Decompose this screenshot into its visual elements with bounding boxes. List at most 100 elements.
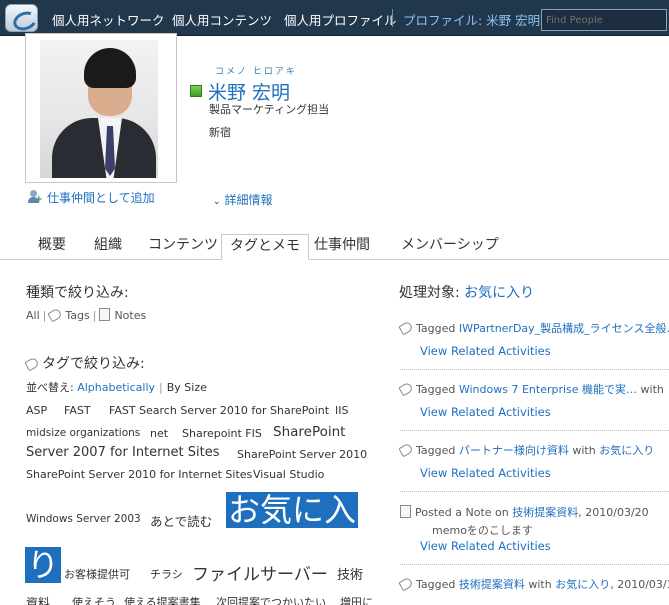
tag-cloud-item[interactable]: Sharepoint FIS [182, 427, 262, 440]
job-title: 製品マーケティング担当 [209, 103, 330, 116]
tag-icon [47, 307, 64, 323]
tag-icon [398, 381, 414, 397]
tag-cloud-item[interactable]: FAST [64, 404, 91, 417]
tag-cloud-item[interactable]: Server 2007 for Internet Sites [26, 445, 219, 460]
tag-cloud-item[interactable]: IIS [335, 404, 348, 417]
tab-tags-notes[interactable]: タグとメモ [221, 234, 309, 260]
tag-cloud-item[interactable]: Visual Studio [253, 468, 324, 481]
feed-divider [400, 491, 669, 492]
tab-overview[interactable]: 概要 [30, 234, 74, 260]
nav-divider [392, 9, 393, 27]
tag-cloud-item[interactable]: SharePoint Server 2010 for Internet Site… [26, 468, 252, 481]
tag-icon [398, 320, 414, 336]
tag-cloud-selected[interactable]: お気に入 [226, 492, 359, 528]
activity-item: Tagged 技術提案資料 with お気に入り, 2010/03/1 [398, 576, 669, 592]
add-colleague-link[interactable]: + 仕事仲間として追加 [27, 189, 155, 206]
activity-verb: Tagged [416, 322, 456, 335]
profile-photo [40, 40, 158, 178]
feed-divider [400, 564, 669, 565]
sort-by-size[interactable]: By Size [167, 381, 207, 394]
nav-my-content[interactable]: 個人用コンテンツ [172, 10, 272, 29]
nav-current-profile[interactable]: プロファイル: 米野 宏明 [403, 10, 540, 29]
tab-organization[interactable]: 組織 [86, 234, 130, 260]
activity-date: , 2010/03/20 [578, 506, 649, 519]
tag-icon [398, 442, 414, 458]
filter-tags[interactable]: Tags [65, 309, 89, 322]
tag-cloud-item[interactable]: 資料 [26, 594, 50, 605]
filter-by-type-title: 種類で絞り込み: [26, 285, 129, 301]
presence-status-icon[interactable] [190, 85, 202, 97]
activity-tag-link[interactable]: お気に入り [599, 444, 654, 457]
tab-memberships[interactable]: メンバーシップ [393, 234, 507, 260]
tag-cloud-item[interactable]: SharePoint Server 2010 [237, 448, 367, 461]
activity-target-link[interactable]: Windows 7 Enterprise 機能で実… [459, 383, 637, 396]
activity-item: Tagged パートナー様向け資料 with お気に入り [398, 442, 654, 458]
sort-row: 並べ替え: Alphabetically | By Size [26, 381, 207, 394]
type-filter-row: All | Tags | Notes [26, 307, 147, 323]
activity-target-link[interactable]: IWPartnerDay_製品構成_ライセンス全般… [459, 322, 669, 335]
tag-cloud-item[interactable]: SharePoint [273, 424, 345, 440]
processing-target-value[interactable]: お気に入り [464, 285, 534, 301]
activity-target-link[interactable]: 技術提案資料 [459, 578, 525, 591]
view-related-activities-link[interactable]: View Related Activities [420, 344, 551, 358]
sort-label: 並べ替え: [26, 381, 74, 394]
tag-cloud-item[interactable]: お客様提供可 [64, 566, 130, 582]
activity-verb: Tagged [416, 444, 456, 457]
more-details-link[interactable]: ⌄ 詳細情報 [213, 191, 273, 208]
activity-tag-link[interactable]: お気に入り [555, 578, 610, 591]
processing-target: 処理対象: お気に入り [399, 282, 534, 302]
find-people-input[interactable] [541, 9, 667, 31]
filter-by-tag-title: タグで絞り込み: [24, 353, 145, 373]
tag-icon [398, 576, 414, 592]
activity-verb: Tagged [416, 578, 456, 591]
activity-suffix: with [528, 578, 552, 591]
filter-by-tag-label: タグで絞り込み: [42, 356, 145, 372]
processing-target-label: 処理対象: [399, 285, 460, 301]
note-icon [99, 308, 111, 321]
activity-date: , 2010/03/1 [610, 578, 669, 591]
add-person-icon: + [27, 190, 43, 205]
tag-cloud-item[interactable]: FAST Search Server 2010 for SharePoint [109, 404, 329, 417]
activity-item: Posted a Note on 技術提案資料, 2010/03/20 [400, 504, 649, 520]
tag-cloud-item[interactable]: 次回提案でつかいたい [216, 594, 326, 605]
name-ruby: コメノ ヒロアキ [215, 67, 297, 77]
tag-cloud-item[interactable]: midsize organizations [26, 427, 140, 439]
more-details-label: 詳細情報 [224, 193, 273, 207]
tag-cloud-item[interactable]: net [150, 427, 168, 440]
add-colleague-label: 仕事仲間として追加 [47, 191, 155, 205]
filter-all[interactable]: All [26, 309, 40, 322]
activity-target-link[interactable]: パートナー様向け資料 [459, 444, 569, 457]
top-nav-bar: 個人用ネットワーク 個人用コンテンツ 個人用プロファイル プロファイル: 米野 … [0, 0, 669, 36]
location: 新宿 [209, 126, 231, 139]
note-text: memoをのこします [432, 524, 533, 537]
view-related-activities-link[interactable]: View Related Activities [420, 539, 551, 553]
nav-my-network[interactable]: 個人用ネットワーク [52, 10, 165, 29]
tag-cloud-item[interactable]: 使える提案書集 [124, 594, 201, 605]
tab-colleagues[interactable]: 仕事仲間 [306, 234, 378, 260]
site-logo-icon[interactable] [5, 4, 38, 32]
activity-verb: Posted a Note on [415, 506, 509, 519]
view-related-activities-link[interactable]: View Related Activities [420, 405, 551, 419]
tag-cloud-item[interactable]: ファイルサーバー [192, 560, 328, 585]
tab-content[interactable]: コンテンツ [140, 234, 226, 260]
tag-cloud-item[interactable]: Windows Server 2003 [26, 513, 141, 525]
tag-cloud-item[interactable]: ASP [26, 404, 47, 417]
tag-cloud-item[interactable]: チラシ [150, 566, 183, 582]
tag-cloud-item[interactable]: 増田に [340, 594, 373, 605]
nav-my-profile[interactable]: 個人用プロファイル [284, 10, 397, 29]
tag-cloud-selected-wrap[interactable]: り [25, 547, 62, 583]
note-icon [400, 505, 411, 518]
activity-verb: Tagged [416, 383, 456, 396]
view-related-activities-link[interactable]: View Related Activities [420, 466, 551, 480]
feed-divider [400, 369, 669, 370]
tag-icon [24, 356, 40, 372]
activity-suffix: with [572, 444, 596, 457]
tag-cloud-item[interactable]: あとで読む [150, 511, 212, 530]
sort-alphabetically[interactable]: Alphabetically [77, 381, 155, 394]
activity-item: Tagged IWPartnerDay_製品構成_ライセンス全般… [398, 320, 669, 336]
filter-notes[interactable]: Notes [114, 309, 146, 322]
activity-item: Tagged Windows 7 Enterprise 機能で実… with [398, 381, 664, 397]
tag-cloud-item[interactable]: 技術 [337, 564, 363, 583]
activity-target-link[interactable]: 技術提案資料 [512, 506, 578, 519]
tag-cloud-item[interactable]: 使えそう [72, 594, 116, 605]
